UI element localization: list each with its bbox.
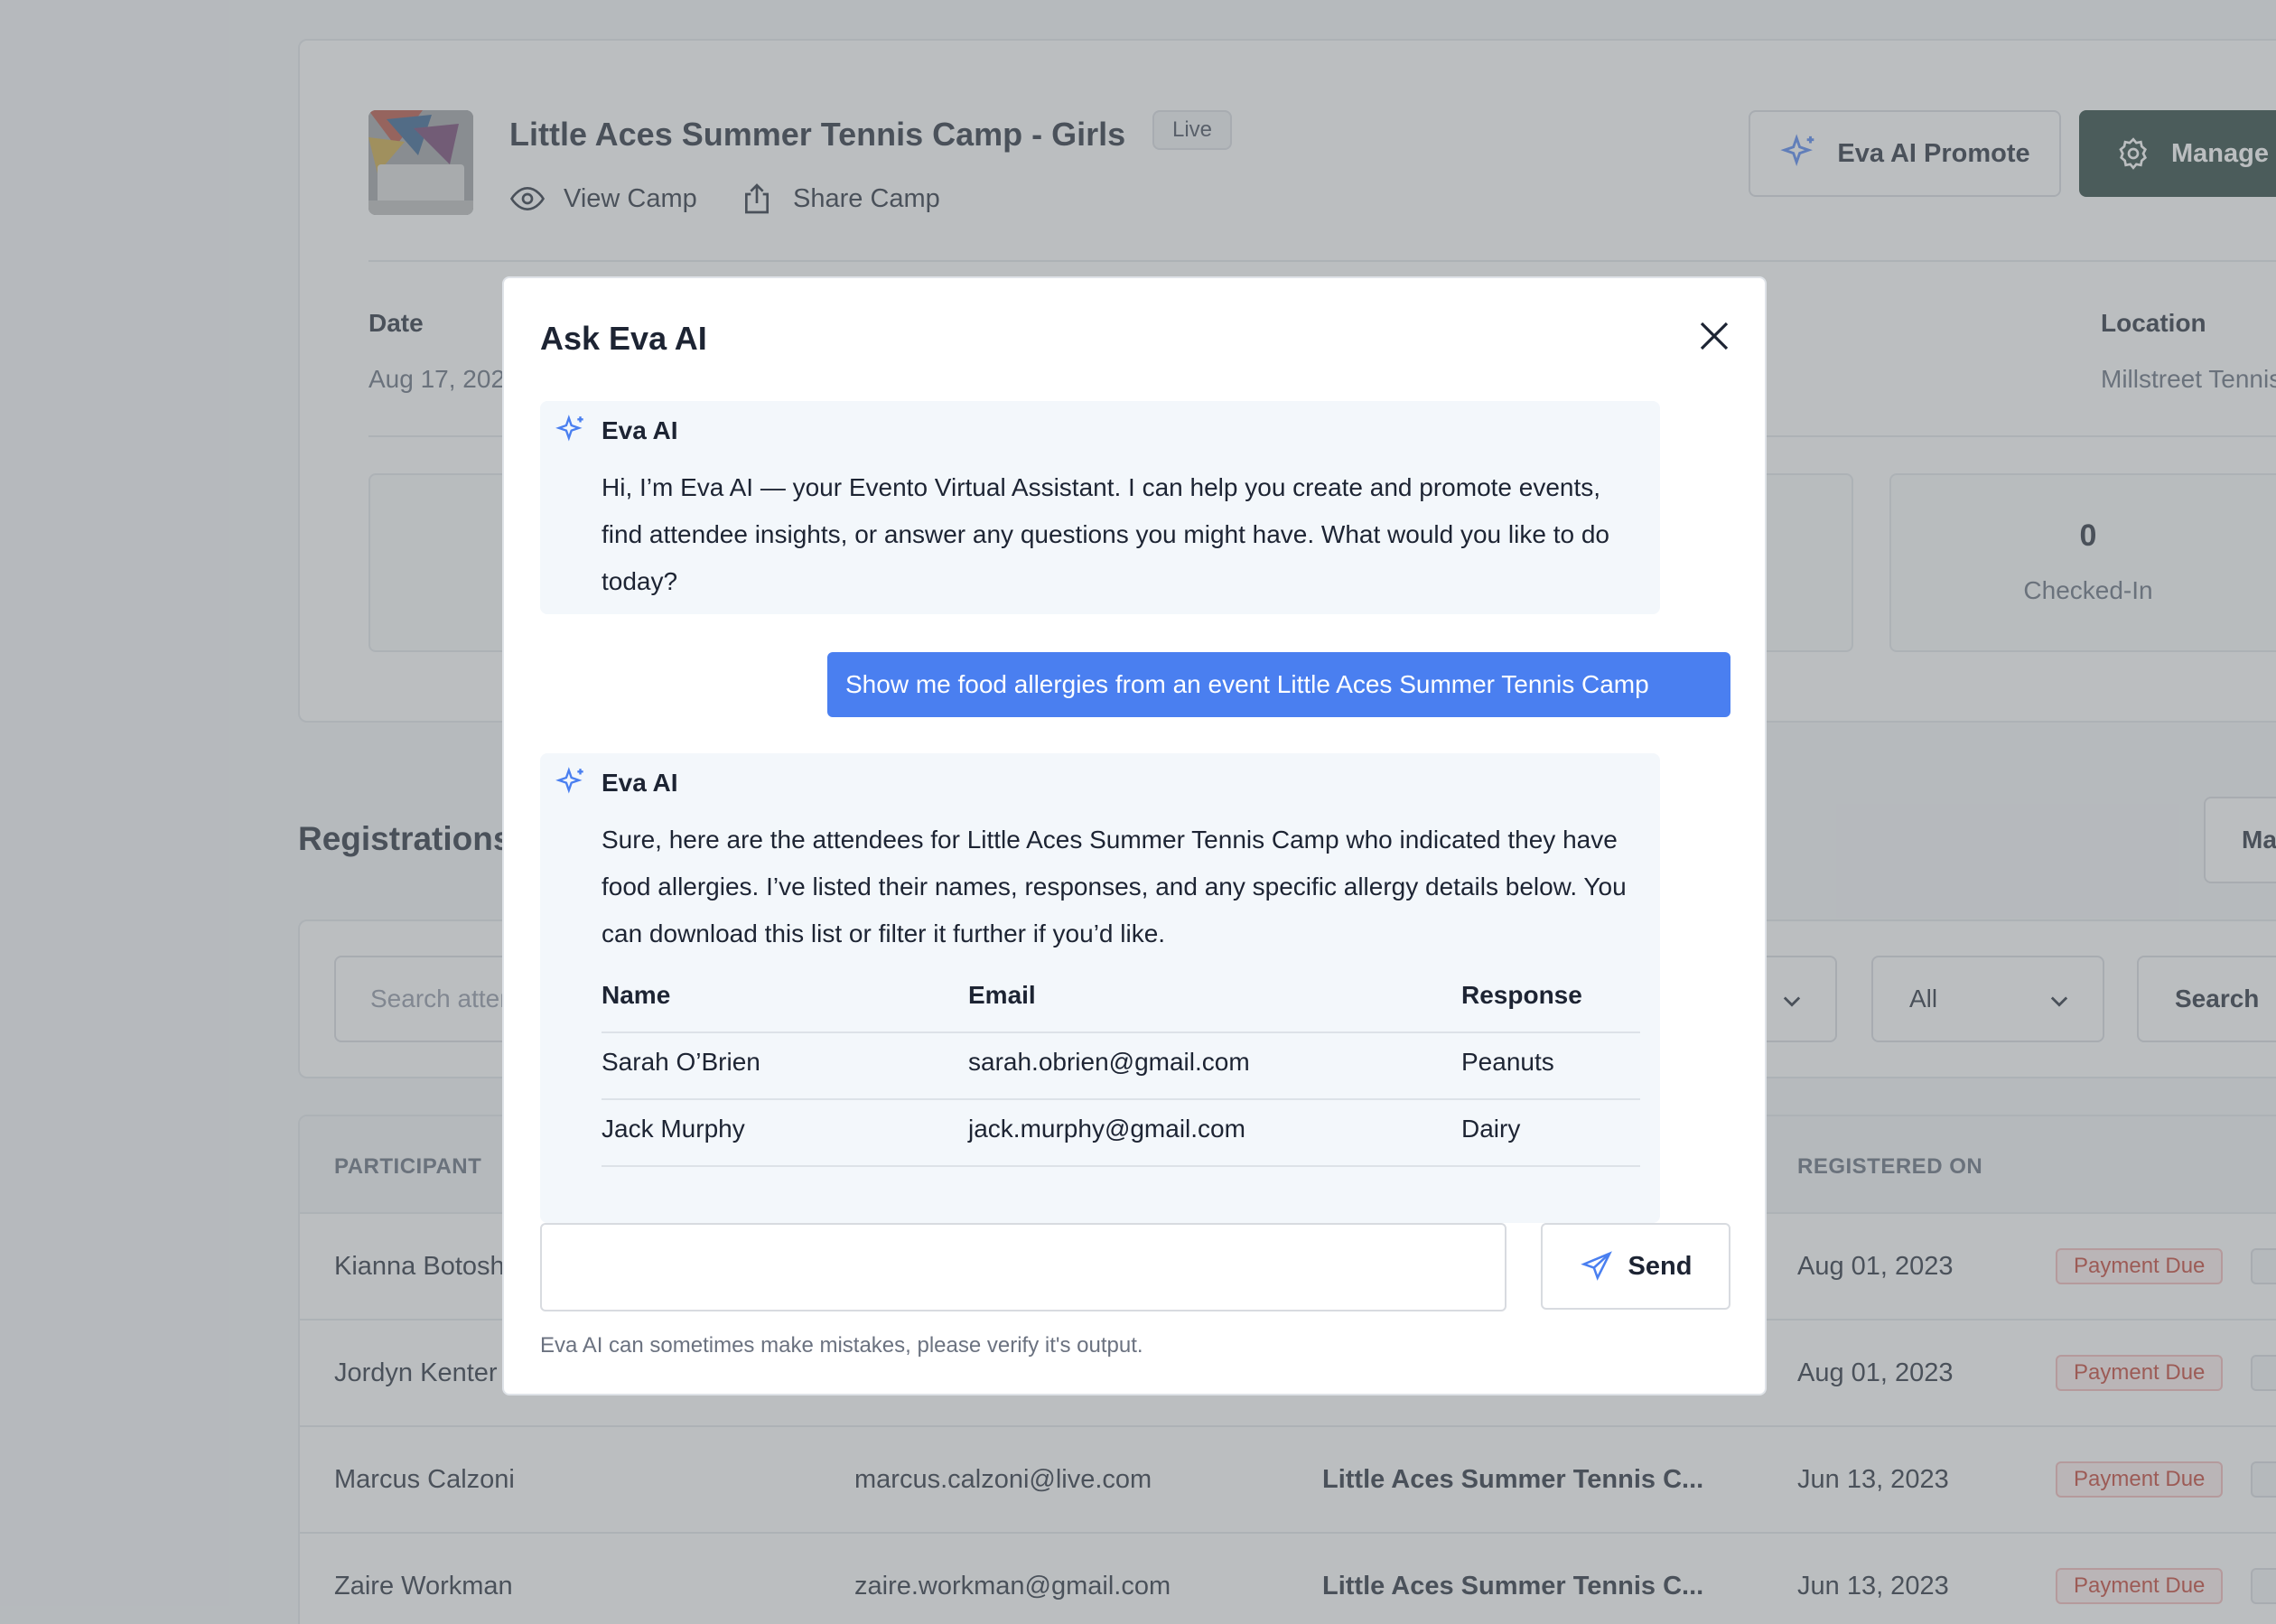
column-email: Email — [968, 981, 1036, 1009]
send-label: Send — [1628, 1251, 1693, 1281]
assistant-response: Sure, here are the attendees for Little … — [602, 826, 1627, 947]
assistant-message: Eva AI Hi, I’m Eva AI — your Evento Virt… — [540, 401, 1660, 614]
allergy-response: Dairy — [1461, 1115, 1521, 1143]
assistant-greeting: Hi, I’m Eva AI — your Evento Virtual Ass… — [602, 473, 1609, 595]
sparkle-icon — [555, 767, 583, 794]
assistant-header: Eva AI — [555, 766, 678, 800]
row-divider — [602, 1031, 1640, 1033]
disclaimer-text: Eva AI can sometimes make mistakes, plea… — [540, 1333, 1143, 1358]
send-button[interactable]: Send — [1541, 1223, 1730, 1310]
user-message: Show me food allergies from an event Lit… — [827, 652, 1730, 717]
chat-input[interactable] — [540, 1223, 1506, 1311]
assistant-name: Eva AI — [602, 769, 678, 797]
column-name: Name — [602, 981, 671, 1009]
allergy-name: Sarah O’Brien — [602, 1048, 760, 1076]
assistant-name: Eva AI — [602, 416, 678, 444]
allergy-response: Peanuts — [1461, 1048, 1554, 1076]
sparkle-icon — [555, 415, 583, 442]
ask-eva-ai-modal: Ask Eva AI Eva AI Hi, I’m Eva AI — your … — [502, 276, 1767, 1395]
allergy-name: Jack Murphy — [602, 1115, 745, 1143]
row-divider — [602, 1165, 1640, 1167]
assistant-message: Eva AI Sure, here are the attendees for … — [540, 753, 1660, 1223]
close-icon[interactable] — [1693, 314, 1736, 358]
send-icon — [1580, 1251, 1612, 1281]
column-response: Response — [1461, 981, 1582, 1009]
modal-title: Ask Eva AI — [540, 320, 707, 357]
allergy-email: sarah.obrien@gmail.com — [968, 1048, 1250, 1076]
assistant-header: Eva AI — [555, 414, 678, 448]
allergy-email: jack.murphy@gmail.com — [968, 1115, 1245, 1143]
row-divider — [602, 1098, 1640, 1100]
